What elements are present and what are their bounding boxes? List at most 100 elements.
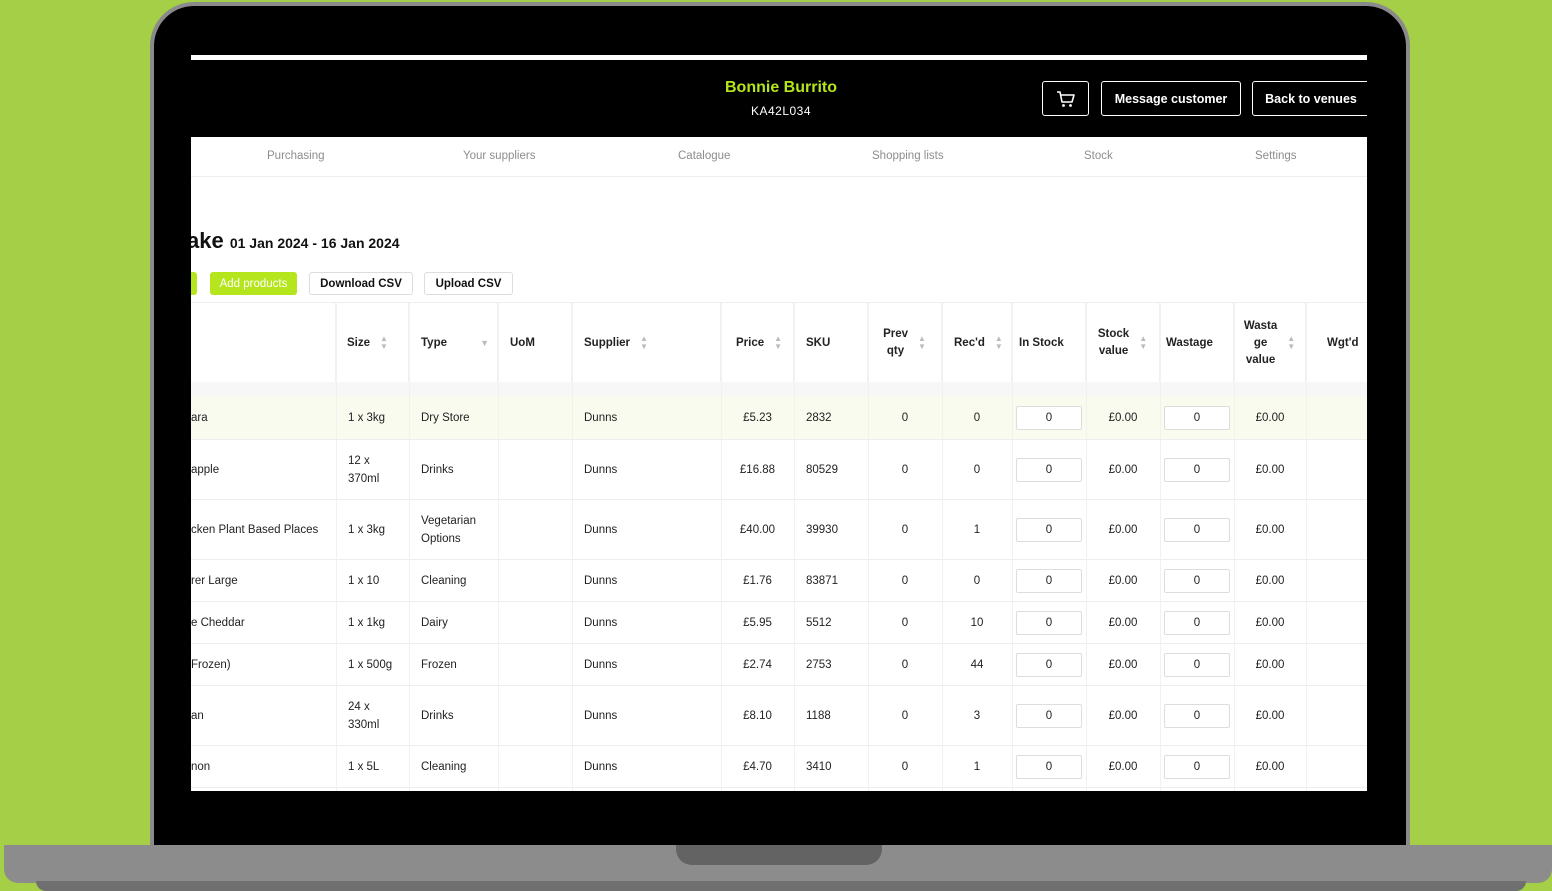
col-stock-value[interactable]: Stock value ▲ ▼ (1086, 303, 1160, 383)
in-stock-input[interactable]: 0 (1016, 517, 1082, 542)
wastage-input[interactable]: 0 (1164, 405, 1230, 430)
type-line-1: Vegetarian (421, 514, 476, 527)
table-row[interactable]: Frozen) 1 x 500g Frozen Dunns £2.74 2753 0 44 0 £… (191, 644, 1367, 686)
type-text: Vegetarian Options (421, 512, 476, 548)
column-divider (868, 302, 869, 791)
message-customer-button[interactable]: Message customer (1101, 81, 1241, 116)
in-stock-input[interactable]: 0 (1016, 405, 1082, 430)
sort-arrows-icon[interactable]: ▲ ▼ (640, 335, 648, 351)
product-name: cken Plant Based Places (191, 500, 333, 559)
nav-catalogue[interactable]: Catalogue (678, 150, 730, 162)
size-line-1: 1 x 3kg (348, 523, 386, 536)
in-stock-input[interactable]: 0 (1016, 610, 1082, 635)
laptop-notch (676, 845, 882, 865)
type-text: Drinks (421, 461, 454, 479)
table-row[interactable]: apple 12 x 370ml Drinks Dunns £16.88 80529 0 0 0 £… (191, 440, 1367, 500)
table-row[interactable]: rer Large 1 x 10 Cleaning Dunns £1.76 83871 0 0… (191, 560, 1367, 602)
wastage-input[interactable]: 0 (1164, 754, 1230, 779)
table-row[interactable]: an 24 x 330ml Drinks Dunns £8.10 1188 0 3 0 £0.00 0… (191, 686, 1367, 746)
add-products-button[interactable]: Add products (210, 272, 297, 295)
stock-value-cell: £0.00 (1086, 686, 1160, 745)
recd-text: 0 (973, 574, 981, 587)
table-row[interactable]: ara 1 x 3kg Dry Store Dunns £5.23 2832 0 0 0 £0.0… (191, 396, 1367, 440)
column-divider (409, 302, 410, 791)
sort-arrows-icon[interactable]: ▲ ▼ (380, 335, 388, 351)
sort-arrows-icon[interactable]: ▲ ▼ (1139, 335, 1147, 351)
stock-value-cell: £0.00 (1086, 560, 1160, 601)
wastage-input[interactable]: 0 (1164, 610, 1230, 635)
table-header-gap (191, 382, 1367, 396)
recd-text: 44 (970, 658, 984, 671)
type-cell: Drinks (409, 440, 498, 499)
wastage-input[interactable]: 0 (1164, 457, 1230, 482)
prev-qty-cell: 0 (868, 500, 942, 559)
laptop-base-shadow (36, 881, 1526, 891)
prev-qty-text: 0 (901, 616, 909, 629)
back-to-venues-button[interactable]: Back to venues (1252, 81, 1367, 116)
type-line-1: Drinks (421, 709, 454, 722)
toolbar-primary-button-edge[interactable] (191, 272, 197, 295)
product-name-text: apple (191, 463, 220, 476)
table-row[interactable]: non 1 x 5L Cleaning Dunns £4.70 3410 0 1 0 £0.00 0… (191, 746, 1367, 788)
type-cell: Vegetarian Options (409, 500, 498, 559)
sort-arrows-icon[interactable]: ▲ ▼ (918, 335, 926, 351)
col-wastage-value[interactable]: Wasta ge value ▲ ▼ (1234, 303, 1306, 383)
supplier-cell: Dunns (572, 686, 721, 745)
col-wastage-value-label-3: value (1245, 353, 1276, 366)
upload-csv-button[interactable]: Upload CSV (424, 272, 513, 295)
sku-cell: 39930 (794, 500, 868, 559)
wastage-cell: 0 (1160, 560, 1234, 601)
price-text: £5.23 (743, 411, 772, 424)
stock-value-text: £0.00 (1108, 523, 1138, 536)
col-type[interactable]: Type ▼ (409, 303, 498, 383)
recd-cell: 3 (942, 686, 1012, 745)
col-size[interactable]: Size ▲ ▼ (336, 303, 409, 383)
table-header: Size ▲ ▼ Type ▼ UoM Supplier ▲ ▼ Price ▲ ▼ … (191, 302, 1367, 383)
wastage-input[interactable]: 0 (1164, 652, 1230, 677)
sort-arrows-icon[interactable]: ▲ ▼ (774, 335, 782, 351)
nav-purchasing[interactable]: Purchasing (267, 150, 325, 162)
price-cell: £5.23 (721, 396, 794, 439)
download-csv-button[interactable]: Download CSV (309, 272, 413, 295)
supplier-cell: Dunns (572, 396, 721, 439)
in-stock-input[interactable]: 0 (1016, 652, 1082, 677)
sku-text: 83871 (806, 574, 838, 587)
product-name-text: Frozen) (191, 658, 231, 671)
column-divider (794, 302, 795, 791)
in-stock-input[interactable]: 0 (1016, 754, 1082, 779)
in-stock-cell: 0 (1012, 746, 1086, 787)
size-text: 24 x 330ml (348, 698, 379, 734)
sort-arrows-icon[interactable]: ▲ ▼ (1287, 335, 1295, 351)
col-wastage-value-label-1: Wasta (1243, 319, 1278, 332)
wastage-value-cell: £0.00 (1234, 602, 1306, 643)
nav-settings[interactable]: Settings (1255, 150, 1297, 162)
col-recd[interactable]: Rec'd ▲ ▼ (942, 303, 1012, 383)
nav-your-suppliers[interactable]: Your suppliers (463, 150, 535, 162)
filter-funnel-icon[interactable]: ▼ (480, 338, 489, 348)
prev-qty-cell: 0 (868, 686, 942, 745)
column-divider (1306, 302, 1307, 791)
wastage-input[interactable]: 0 (1164, 517, 1230, 542)
in-stock-input[interactable]: 0 (1016, 703, 1082, 728)
col-supplier[interactable]: Supplier ▲ ▼ (572, 303, 721, 383)
table-row[interactable]: cken Plant Based Places 1 x 3kg Vegetarian… (191, 500, 1367, 560)
sku-text: 80529 (806, 463, 838, 476)
col-prev-qty[interactable]: Prev qty ▲ ▼ (868, 303, 942, 383)
table-row[interactable]: e Cheddar 1 x 1kg Dairy Dunns £5.95 5512 0 10 0 £… (191, 602, 1367, 644)
stock-value-text: £0.00 (1108, 463, 1138, 476)
size-line-2: 330ml (348, 718, 380, 731)
wastage-cell: 0 (1160, 500, 1234, 559)
in-stock-input[interactable]: 0 (1016, 568, 1082, 593)
stock-value-cell: £0.00 (1086, 746, 1160, 787)
wastage-input[interactable]: 0 (1164, 703, 1230, 728)
nav-shopping-lists[interactable]: Shopping lists (872, 150, 944, 162)
nav-stock[interactable]: Stock (1084, 150, 1113, 162)
in-stock-input[interactable]: 0 (1016, 457, 1082, 482)
size-line-1: 1 x 10 (348, 574, 380, 587)
col-price[interactable]: Price ▲ ▼ (721, 303, 794, 383)
price-text: £16.88 (739, 463, 776, 476)
wastage-input[interactable]: 0 (1164, 568, 1230, 593)
cart-button[interactable] (1042, 81, 1089, 116)
sort-arrows-icon[interactable]: ▲ ▼ (995, 335, 1003, 351)
type-text: Cleaning (421, 572, 466, 590)
